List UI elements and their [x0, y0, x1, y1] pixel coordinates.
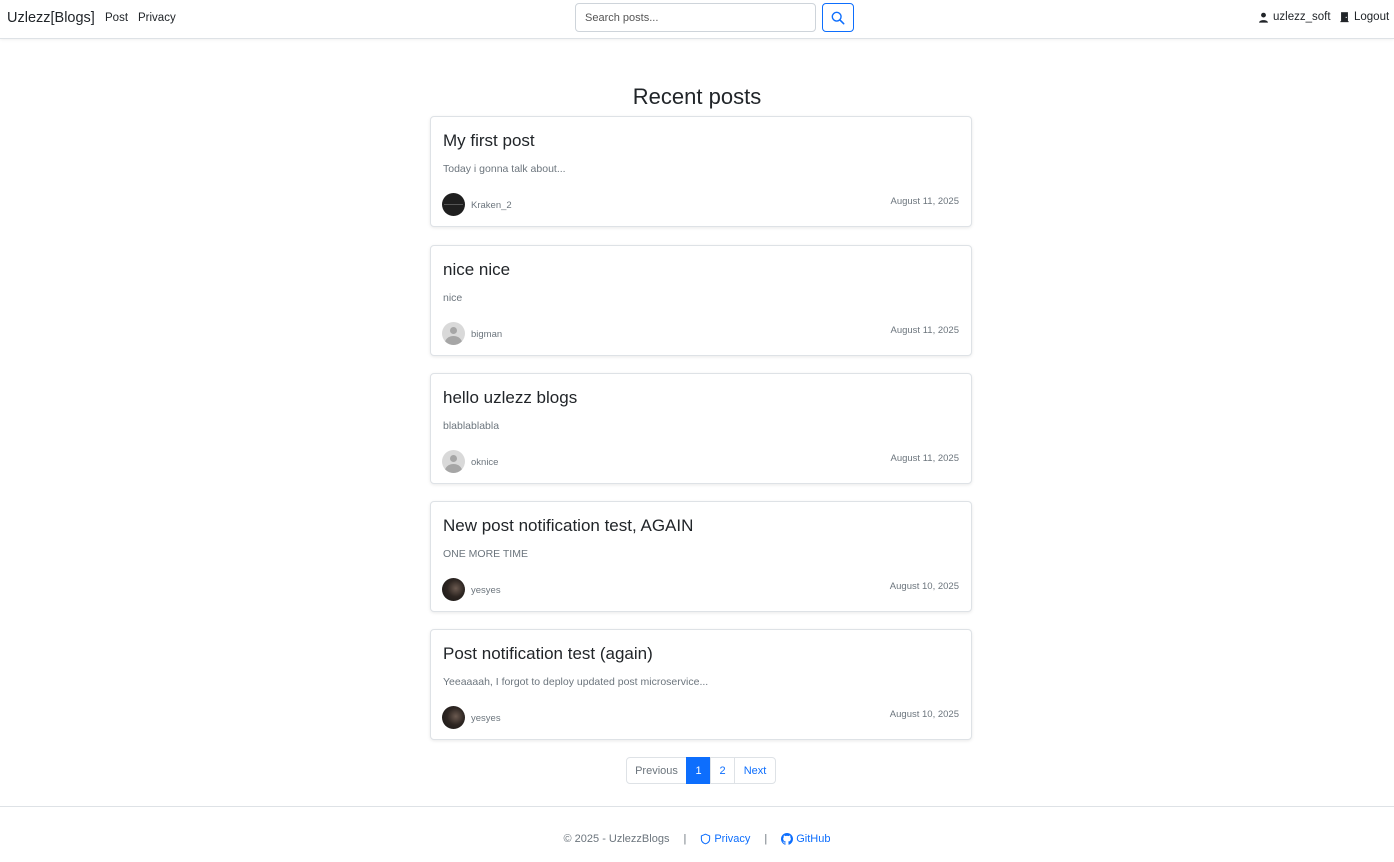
footer: © 2025 - UzlezzBlogs | Privacy | GitHub	[0, 806, 1394, 862]
github-icon	[781, 833, 794, 845]
post-card[interactable]: New post notification test, AGAIN ONE MO…	[430, 501, 972, 612]
footer-privacy-label: Privacy	[714, 833, 751, 845]
footer-privacy-link[interactable]: Privacy	[700, 833, 750, 845]
pagination-previous[interactable]: Previous	[626, 757, 687, 784]
author-avatar[interactable]	[442, 450, 465, 473]
door-icon	[1340, 12, 1349, 23]
post-author[interactable]: oknice	[471, 457, 498, 468]
post-excerpt: ONE MORE TIME	[443, 548, 528, 560]
username-label: uzlezz_soft	[1273, 11, 1331, 23]
post-card[interactable]: nice nice nice bigman August 11, 2025	[430, 245, 972, 356]
post-title[interactable]: nice nice	[443, 260, 510, 280]
author-avatar[interactable]	[442, 578, 465, 601]
brand-link[interactable]: Uzlezz[Blogs]	[7, 10, 95, 26]
logout-label: Logout	[1354, 11, 1390, 23]
footer-separator: |	[683, 833, 687, 845]
pagination: Previous 1 2 Next	[626, 757, 776, 784]
search-input[interactable]	[575, 3, 816, 32]
post-title[interactable]: Post notification test (again)	[443, 644, 653, 664]
post-date: August 10, 2025	[889, 581, 959, 592]
logout-link[interactable]: Logout	[1339, 11, 1389, 23]
post-title[interactable]: hello uzlezz blogs	[443, 388, 577, 408]
nav-link-privacy[interactable]: Privacy	[138, 12, 176, 24]
user-profile-link[interactable]: uzlezz_soft	[1258, 11, 1331, 23]
post-author[interactable]: yesyes	[471, 713, 501, 724]
post-card[interactable]: My first post Today i gonna talk about..…	[430, 116, 972, 227]
post-card[interactable]: hello uzlezz blogs blablablabla oknice A…	[430, 373, 972, 484]
post-author[interactable]: yesyes	[471, 585, 501, 596]
nav-link-post[interactable]: Post	[105, 12, 128, 24]
navbar: Uzlezz[Blogs] Post Privacy uzlezz_soft L…	[0, 0, 1394, 39]
search-icon	[831, 11, 845, 24]
search-button[interactable]	[822, 3, 854, 32]
post-author[interactable]: Kraken_2	[471, 200, 512, 211]
pagination-page-2[interactable]: 2	[710, 757, 735, 784]
post-card[interactable]: Post notification test (again) Yeeaaaah,…	[430, 629, 972, 740]
pagination-page-1[interactable]: 1	[686, 757, 711, 784]
post-author[interactable]: bigman	[471, 329, 502, 340]
footer-copyright: © 2025 - UzlezzBlogs	[563, 833, 670, 845]
post-date: August 11, 2025	[890, 453, 960, 464]
footer-separator: |	[764, 833, 768, 845]
author-avatar[interactable]	[442, 322, 465, 345]
author-avatar[interactable]	[442, 706, 465, 729]
post-excerpt: Yeeaaaah, I forgot to deploy updated pos…	[443, 676, 709, 688]
author-avatar[interactable]	[442, 193, 465, 216]
page-title: Recent posts	[632, 84, 762, 109]
post-date: August 11, 2025	[890, 196, 960, 207]
post-title[interactable]: New post notification test, AGAIN	[443, 516, 693, 536]
pagination-next[interactable]: Next	[734, 757, 776, 784]
post-date: August 11, 2025	[890, 325, 960, 336]
shield-icon	[701, 833, 711, 845]
person-icon	[1259, 12, 1268, 23]
post-excerpt: blablablabla	[443, 420, 500, 432]
post-date: August 10, 2025	[889, 709, 959, 720]
footer-github-label: GitHub	[796, 833, 831, 845]
post-excerpt: nice	[443, 292, 463, 304]
post-excerpt: Today i gonna talk about...	[443, 163, 566, 175]
post-title[interactable]: My first post	[443, 131, 535, 151]
footer-github-link[interactable]: GitHub	[781, 833, 830, 845]
